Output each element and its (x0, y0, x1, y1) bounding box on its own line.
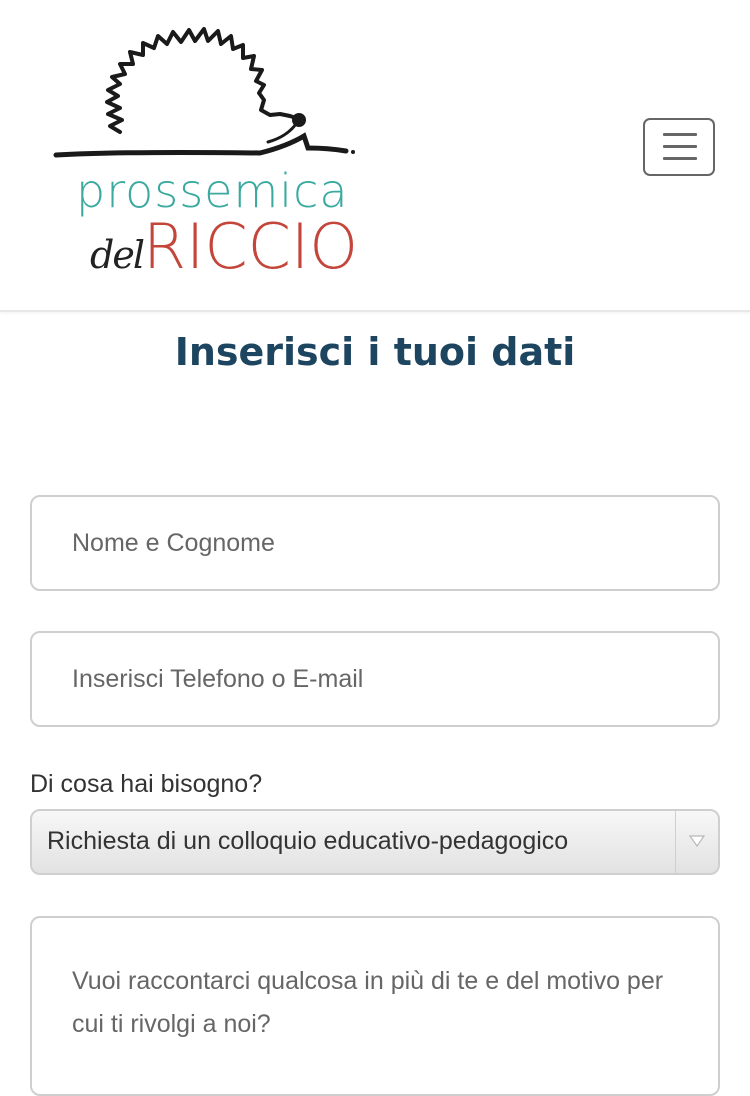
site-header: prossemica delRICCIO (0, 0, 750, 312)
logo-del-script: del (90, 233, 145, 277)
need-select[interactable]: Richiesta di un colloquio educativo-peda… (30, 809, 720, 875)
need-select-label: Di cosa hai bisogno? (30, 770, 263, 798)
site-logo[interactable]: prossemica delRICCIO (50, 14, 370, 284)
menu-toggle-button[interactable] (643, 118, 715, 176)
name-input[interactable] (30, 495, 720, 591)
select-arrow (675, 811, 718, 873)
hedgehog-icon (53, 27, 355, 158)
page-title: Inserisci i tuoi dati (174, 330, 576, 374)
message-textarea[interactable] (30, 916, 720, 1096)
need-select-value: Richiesta di un colloquio educativo-peda… (47, 827, 569, 855)
contact-input[interactable] (30, 631, 720, 727)
logo-wordmark-bottom: delRICCIO (90, 210, 358, 283)
logo-riccio: RICCIO (142, 210, 359, 283)
chevron-down-icon (689, 835, 705, 847)
